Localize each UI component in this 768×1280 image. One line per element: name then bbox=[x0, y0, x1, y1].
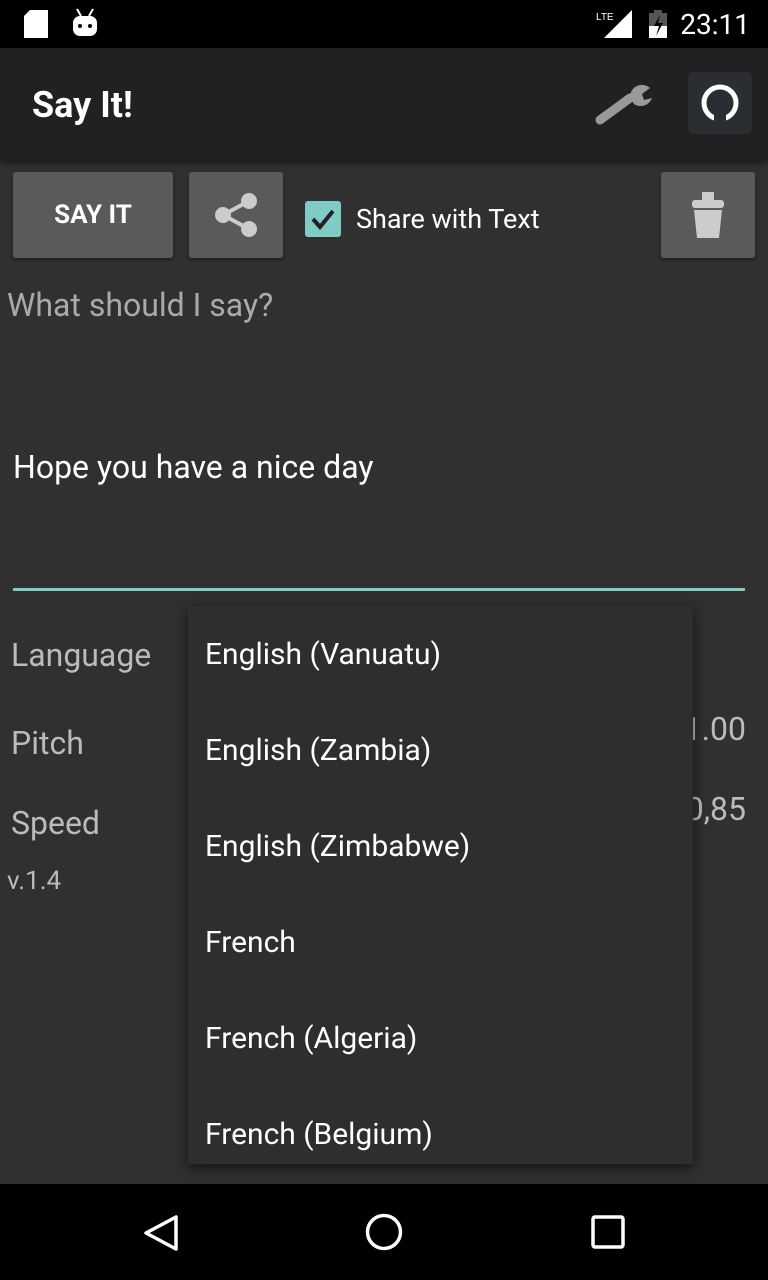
clear-button[interactable] bbox=[661, 172, 755, 258]
language-option[interactable]: French (Algeria) bbox=[188, 990, 693, 1086]
sd-card-icon bbox=[24, 10, 48, 38]
clock: 23:11 bbox=[680, 8, 750, 41]
android-icon bbox=[73, 8, 97, 36]
checkmark-icon bbox=[311, 209, 335, 231]
language-option[interactable]: English (Zimbabwe) bbox=[188, 798, 693, 894]
svg-text:LTE: LTE bbox=[596, 12, 614, 23]
lte-signal-icon: LTE bbox=[596, 10, 632, 38]
say-it-button[interactable]: SAY IT bbox=[13, 172, 173, 258]
text-input[interactable]: Hope you have a nice day bbox=[13, 448, 374, 486]
github-icon bbox=[701, 84, 739, 123]
battery-charging-icon bbox=[649, 10, 667, 38]
language-option[interactable]: French bbox=[188, 894, 693, 990]
input-underline bbox=[13, 588, 745, 591]
language-label: Language bbox=[11, 636, 152, 674]
share-button[interactable] bbox=[189, 172, 283, 258]
share-with-text-checkbox[interactable] bbox=[305, 201, 341, 237]
speed-label: Speed bbox=[11, 804, 100, 842]
input-hint: What should I say? bbox=[7, 286, 274, 324]
version-label: v.1.4 bbox=[7, 866, 62, 896]
share-with-text-label[interactable]: Share with Text bbox=[356, 203, 540, 235]
language-dropdown[interactable]: English (Vanuatu) English (Zambia) Engli… bbox=[188, 606, 693, 1164]
recents-icon[interactable] bbox=[590, 1214, 626, 1250]
app-bar: Say It! bbox=[0, 48, 768, 160]
language-option[interactable]: English (Zambia) bbox=[188, 702, 693, 798]
pitch-label: Pitch bbox=[11, 724, 84, 762]
language-option[interactable]: French (Belgium) bbox=[188, 1086, 693, 1164]
language-option[interactable]: English (Vanuatu) bbox=[188, 606, 693, 702]
home-icon[interactable] bbox=[364, 1212, 404, 1252]
speed-value[interactable]: 0,85 bbox=[686, 790, 746, 828]
trash-icon bbox=[692, 192, 724, 238]
app-title: Say It! bbox=[32, 84, 133, 126]
share-icon bbox=[215, 193, 257, 237]
navigation-bar bbox=[0, 1184, 768, 1280]
wrench-settings-icon[interactable] bbox=[594, 82, 656, 126]
status-bar: LTE 23:11 bbox=[0, 0, 768, 48]
github-button[interactable] bbox=[688, 72, 752, 134]
back-icon[interactable] bbox=[142, 1214, 180, 1252]
